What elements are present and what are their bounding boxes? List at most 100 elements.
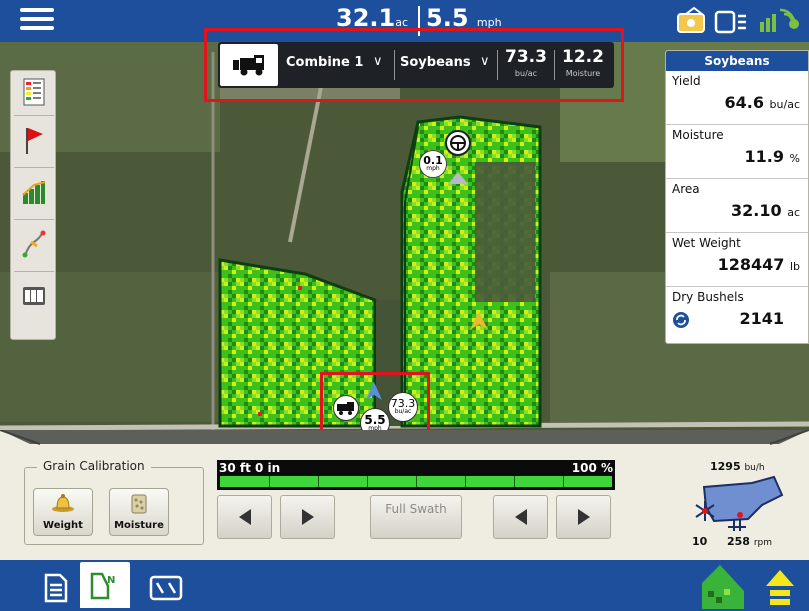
gps-icon[interactable] <box>760 8 799 32</box>
chart-button[interactable] <box>17 175 51 209</box>
up-arrow-icon <box>766 570 794 605</box>
dry-bushels-label: Dry Bushels <box>672 290 744 304</box>
toolbar-divider <box>14 167 54 168</box>
weight-calibration-button[interactable]: Weight <box>33 488 93 536</box>
yield-label: Yield <box>672 74 701 88</box>
swath-bar: 30 ft 0 in 100 % <box>217 460 615 490</box>
triangle-left-icon <box>238 509 251 525</box>
bottom-nav-bar: N <box>0 560 809 611</box>
flag-button[interactable] <box>17 123 51 157</box>
document-button[interactable] <box>36 568 76 608</box>
section-control-button[interactable] <box>762 568 798 608</box>
chart-icon <box>22 181 46 204</box>
wet-weight-label: Wet Weight <box>672 236 741 250</box>
swath-right-shrink-button[interactable] <box>493 495 548 539</box>
guidance-button[interactable] <box>17 227 51 261</box>
toolbar-divider <box>14 219 54 220</box>
road-graphic <box>0 430 809 445</box>
flag-icon <box>26 128 43 154</box>
moisture-number: 11.9 <box>744 147 784 166</box>
swath-tick <box>465 476 466 487</box>
moisture-label: Moisture <box>672 128 724 142</box>
grain-moisture-icon <box>131 494 147 514</box>
triangle-right-icon <box>577 509 590 525</box>
rotor-rpm: 258 rpm <box>727 535 772 548</box>
triangle-left-icon <box>514 509 527 525</box>
split-view-button[interactable] <box>146 568 186 608</box>
area-label: Area <box>672 182 700 196</box>
summary-title: Soybeans <box>666 51 808 71</box>
fan-rpm: 10 <box>692 535 708 548</box>
other-combine-speed-badge[interactable]: 0.1 mph <box>419 150 447 178</box>
yield-value: 64.6 bu/ac <box>724 93 800 112</box>
swath-left-shrink-button[interactable] <box>217 495 272 539</box>
wet-weight-unit: lb <box>789 260 800 273</box>
yield-layer-icon <box>702 564 744 609</box>
legend-icon <box>23 78 45 106</box>
left-toolbar <box>10 70 56 340</box>
highlight-box-panel <box>204 28 624 102</box>
yield-unit: bu/ac <box>769 98 800 111</box>
guidance-icon <box>22 230 46 258</box>
summary-panel: Soybeans Yield 64.6 bu/ac Moisture 11.9 … <box>665 50 809 344</box>
flow-rate-unit: bu/h <box>744 463 765 473</box>
area-row: Area 32.10 ac <box>666 179 808 233</box>
yield-number: 64.6 <box>724 93 764 112</box>
weight-label: Weight <box>43 520 83 531</box>
grain-calibration-title: Grain Calibration <box>37 459 151 473</box>
yield-layer-button[interactable] <box>700 560 748 611</box>
yield-row: Yield 64.6 bu/ac <box>666 71 808 125</box>
swath-tick <box>514 476 515 487</box>
steering-wheel-icon[interactable] <box>445 130 471 156</box>
split-view-icon <box>149 575 183 601</box>
field-map-icon: N <box>90 572 115 600</box>
swath-width: 30 ft 0 in <box>219 461 281 475</box>
swath-tick <box>367 476 368 487</box>
legend-button[interactable] <box>17 75 51 109</box>
menu-button[interactable] <box>20 8 54 34</box>
toolbar-divider <box>14 115 54 116</box>
svg-text:N: N <box>107 575 115 586</box>
document-icon <box>44 573 68 603</box>
swath-tick <box>318 476 319 487</box>
dry-bushels-value: 2141 <box>739 309 784 328</box>
swath-tick <box>563 476 564 487</box>
swath-tick <box>269 476 270 487</box>
map-view-button[interactable]: N <box>80 562 130 608</box>
full-swath-button[interactable]: Full Swath <box>370 495 462 539</box>
menu-line <box>20 26 54 30</box>
status-icons[interactable] <box>676 6 806 36</box>
grain-calibration-group: Grain Calibration Weight Moisture <box>24 459 204 545</box>
menu-line <box>20 8 54 12</box>
wet-weight-value: 128447 lb <box>718 255 800 274</box>
triangle-right-icon <box>301 509 314 525</box>
moisture-label: Moisture <box>114 520 164 531</box>
scale-weight-icon <box>52 494 74 512</box>
moisture-calibration-button[interactable]: Moisture <box>109 488 169 536</box>
swath-percent: 100 % <box>571 461 613 475</box>
waypoint-arrow-icon <box>470 312 488 330</box>
other-combine-arrow-icon <box>448 172 468 184</box>
moisture-row: Moisture 11.9 % <box>666 125 808 179</box>
combine-diagram-icon <box>695 475 784 531</box>
flow-rate: 1295 bu/h <box>710 460 765 473</box>
wet-weight-row: Wet Weight 128447 lb <box>666 233 808 287</box>
rotor-rpm-unit: rpm <box>753 538 772 548</box>
toolbar-divider <box>14 271 54 272</box>
area-number: 32.10 <box>731 201 782 220</box>
area-unit: ac <box>787 206 800 219</box>
rotor-rpm-value: 258 <box>727 535 750 548</box>
refresh-icon[interactable] <box>672 311 690 329</box>
machine-status-panel[interactable]: 1295 bu/h 10 258 rpm <box>692 455 809 555</box>
swath-left-expand-button[interactable] <box>280 495 335 539</box>
flow-rate-value: 1295 <box>710 460 741 473</box>
swath-tick <box>416 476 417 487</box>
counter-icon <box>23 287 45 305</box>
wet-weight-number: 128447 <box>717 255 785 274</box>
moisture-value: 11.9 % <box>744 147 800 166</box>
counter-button[interactable] <box>17 279 51 313</box>
swath-right-expand-button[interactable] <box>556 495 611 539</box>
display-icon[interactable] <box>714 10 746 34</box>
moisture-unit: % <box>789 152 800 165</box>
antenna-icon[interactable] <box>677 6 705 33</box>
